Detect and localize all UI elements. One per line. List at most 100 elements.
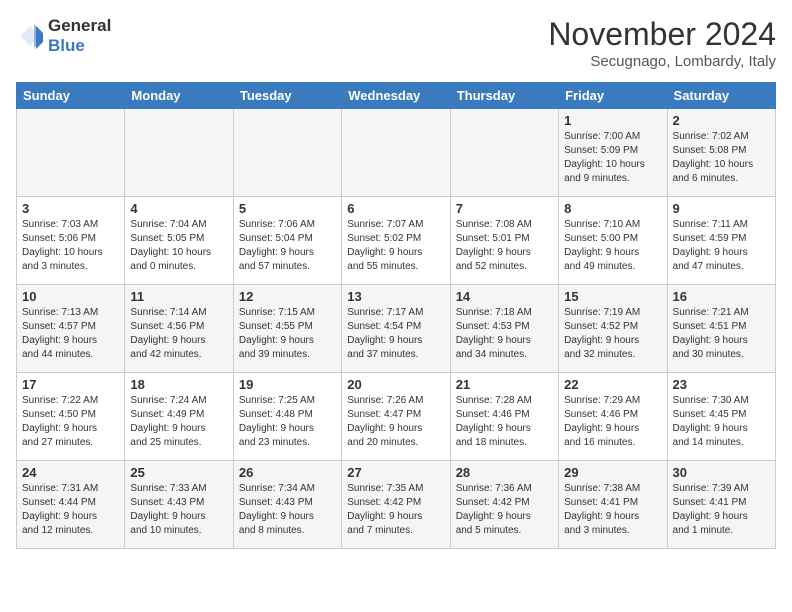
cell-info: Sunrise: 7:28 AM Sunset: 4:46 PM Dayligh… [456,394,553,450]
calendar-cell: 22Sunrise: 7:29 AM Sunset: 4:46 PM Dayli… [559,373,667,461]
calendar-cell: 19 Sunrise: 7:25 AM Sunset: 4:48 PM Dayli… [233,373,341,461]
weekday-header: Friday [559,83,667,109]
cell-info: Sunrise: 7:33 AM Sunset: 4:43 PM Dayligh… [130,482,227,538]
day-number: 18 [130,377,227,392]
day-number: 27 [347,465,444,480]
weekday-header: Saturday [667,83,775,109]
day-number: 8 [564,201,661,216]
day-number: 28 [456,465,553,480]
day-number: 26 [239,465,336,480]
calendar-cell: 13 Sunrise: 7:17 AM Sunset: 4:54 PM Dayli… [342,285,450,373]
day-number: 19 [239,377,336,392]
cell-info: Sunrise: 7:25 AM Sunset: 4:48 PM Dayligh… [239,394,336,450]
cell-info: Sunrise: 7:08 AM Sunset: 5:01 PM Dayligh… [456,218,553,274]
cell-info: Sunrise: 7:39 AM Sunset: 4:41 PM Dayligh… [673,482,770,538]
day-number: 11 [130,289,227,304]
calendar-cell: 11 Sunrise: 7:14 AM Sunset: 4:56 PM Dayli… [125,285,233,373]
cell-info: Sunrise: 7:26 AM Sunset: 4:47 PM Dayligh… [347,394,444,450]
cell-info: Sunrise: 7:18 AM Sunset: 4:53 PM Dayligh… [456,306,553,362]
calendar-cell: 5 Sunrise: 7:06 AM Sunset: 5:04 PM Daylig… [233,197,341,285]
day-number: 5 [239,201,336,216]
day-number: 3 [22,201,119,216]
cell-info: Sunrise: 7:03 AM Sunset: 5:06 PM Dayligh… [22,218,119,274]
calendar-cell: 7 Sunrise: 7:08 AM Sunset: 5:01 PM Daylig… [450,197,558,285]
calendar-cell: 30 Sunrise: 7:39 AM Sunset: 4:41 PM Dayli… [667,461,775,549]
calendar-cell: 15 Sunrise: 7:19 AM Sunset: 4:52 PM Dayli… [559,285,667,373]
calendar-cell [342,109,450,197]
cell-info: Sunrise: 7:04 AM Sunset: 5:05 PM Dayligh… [130,218,227,274]
cell-info: Sunrise: 7:11 AM Sunset: 4:59 PM Dayligh… [673,218,770,274]
day-number: 22 [564,377,661,392]
cell-info: Sunrise: 7:36 AM Sunset: 4:42 PM Dayligh… [456,482,553,538]
day-number: 1 [564,113,661,128]
calendar-cell: 12 Sunrise: 7:15 AM Sunset: 4:55 PM Dayli… [233,285,341,373]
month-title: November 2024 [548,16,776,53]
calendar-cell: 26Sunrise: 7:34 AM Sunset: 4:43 PM Dayli… [233,461,341,549]
calendar-cell: 20 Sunrise: 7:26 AM Sunset: 4:47 PM Dayli… [342,373,450,461]
title-block: November 2024 Secugnago, Lombardy, Italy [548,16,776,70]
day-number: 29 [564,465,661,480]
calendar-cell: 9 Sunrise: 7:11 AM Sunset: 4:59 PM Daylig… [667,197,775,285]
day-number: 25 [130,465,227,480]
weekday-header: Monday [125,83,233,109]
calendar-cell: 16Sunrise: 7:21 AM Sunset: 4:51 PM Dayli… [667,285,775,373]
cell-info: Sunrise: 7:35 AM Sunset: 4:42 PM Dayligh… [347,482,444,538]
day-number: 10 [22,289,119,304]
day-number: 12 [239,289,336,304]
cell-info: Sunrise: 7:15 AM Sunset: 4:55 PM Dayligh… [239,306,336,362]
day-number: 30 [673,465,770,480]
day-number: 6 [347,201,444,216]
calendar-week-row: 17 Sunrise: 7:22 AM Sunset: 4:50 PM Dayli… [17,373,776,461]
weekday-header: Tuesday [233,83,341,109]
cell-info: Sunrise: 7:38 AM Sunset: 4:41 PM Dayligh… [564,482,661,538]
day-number: 14 [456,289,553,304]
calendar-cell: 25 Sunrise: 7:33 AM Sunset: 4:43 PM Dayli… [125,461,233,549]
calendar-cell: 3 Sunrise: 7:03 AM Sunset: 5:06 PM Daylig… [17,197,125,285]
calendar-cell: 6 Sunrise: 7:07 AM Sunset: 5:02 PM Daylig… [342,197,450,285]
day-number: 20 [347,377,444,392]
day-number: 16 [673,289,770,304]
calendar-week-row: 3 Sunrise: 7:03 AM Sunset: 5:06 PM Daylig… [17,197,776,285]
cell-info: Sunrise: 7:10 AM Sunset: 5:00 PM Dayligh… [564,218,661,274]
calendar-header-row: SundayMondayTuesdayWednesdayThursdayFrid… [17,83,776,109]
cell-info: Sunrise: 7:02 AM Sunset: 5:08 PM Dayligh… [673,130,770,186]
cell-info: Sunrise: 7:13 AM Sunset: 4:57 PM Dayligh… [22,306,119,362]
calendar-cell [125,109,233,197]
cell-info: Sunrise: 7:31 AM Sunset: 4:44 PM Dayligh… [22,482,119,538]
calendar-cell [450,109,558,197]
calendar-cell: 18 Sunrise: 7:24 AM Sunset: 4:49 PM Dayli… [125,373,233,461]
calendar-table: SundayMondayTuesdayWednesdayThursdayFrid… [16,82,776,549]
cell-info: Sunrise: 7:19 AM Sunset: 4:52 PM Dayligh… [564,306,661,362]
calendar-cell: 29 Sunrise: 7:38 AM Sunset: 4:41 PM Dayli… [559,461,667,549]
calendar-cell: 10 Sunrise: 7:13 AM Sunset: 4:57 PM Dayli… [17,285,125,373]
cell-info: Sunrise: 7:17 AM Sunset: 4:54 PM Dayligh… [347,306,444,362]
calendar-cell: 1 Sunrise: 7:00 AM Sunset: 5:09 PM Daylig… [559,109,667,197]
calendar-week-row: 10 Sunrise: 7:13 AM Sunset: 4:57 PM Dayli… [17,285,776,373]
day-number: 2 [673,113,770,128]
calendar-cell: 23Sunrise: 7:30 AM Sunset: 4:45 PM Dayli… [667,373,775,461]
page-header: General Blue November 2024 Secugnago, Lo… [16,16,776,70]
calendar-cell: 4 Sunrise: 7:04 AM Sunset: 5:05 PM Daylig… [125,197,233,285]
day-number: 7 [456,201,553,216]
cell-info: Sunrise: 7:07 AM Sunset: 5:02 PM Dayligh… [347,218,444,274]
day-number: 9 [673,201,770,216]
cell-info: Sunrise: 7:30 AM Sunset: 4:45 PM Dayligh… [673,394,770,450]
cell-info: Sunrise: 7:06 AM Sunset: 5:04 PM Dayligh… [239,218,336,274]
calendar-cell: 14 Sunrise: 7:18 AM Sunset: 4:53 PM Dayli… [450,285,558,373]
day-number: 4 [130,201,227,216]
cell-info: Sunrise: 7:14 AM Sunset: 4:56 PM Dayligh… [130,306,227,362]
calendar-cell [233,109,341,197]
cell-info: Sunrise: 7:22 AM Sunset: 4:50 PM Dayligh… [22,394,119,450]
calendar-cell: 21Sunrise: 7:28 AM Sunset: 4:46 PM Dayli… [450,373,558,461]
day-number: 13 [347,289,444,304]
day-number: 15 [564,289,661,304]
calendar-body: 1 Sunrise: 7:00 AM Sunset: 5:09 PM Daylig… [17,109,776,549]
cell-info: Sunrise: 7:00 AM Sunset: 5:09 PM Dayligh… [564,130,661,186]
logo: General Blue [16,16,111,55]
calendar-cell: 8 Sunrise: 7:10 AM Sunset: 5:00 PM Daylig… [559,197,667,285]
day-number: 17 [22,377,119,392]
logo-text: General Blue [48,16,111,55]
cell-info: Sunrise: 7:24 AM Sunset: 4:49 PM Dayligh… [130,394,227,450]
calendar-cell: 24Sunrise: 7:31 AM Sunset: 4:44 PM Dayli… [17,461,125,549]
calendar-cell: 17 Sunrise: 7:22 AM Sunset: 4:50 PM Dayli… [17,373,125,461]
